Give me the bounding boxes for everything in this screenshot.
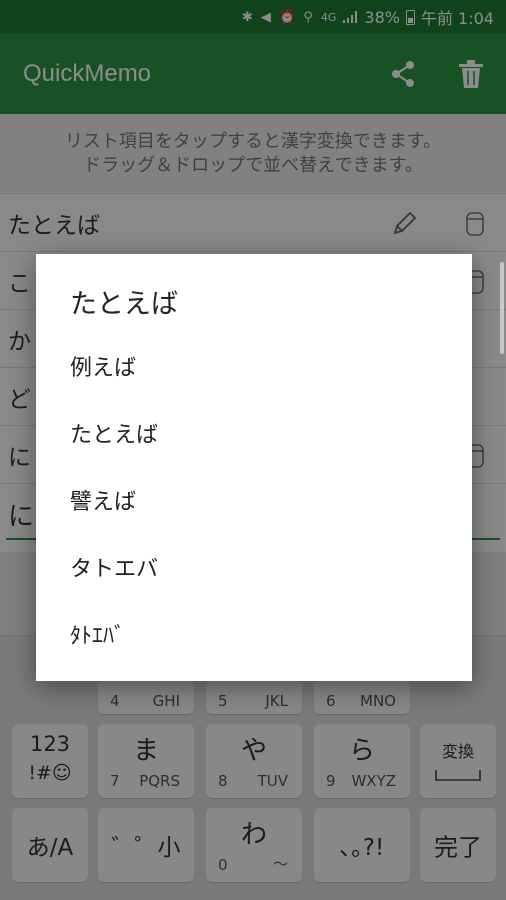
dialog-title: たとえば: [70, 289, 178, 320]
conversion-option[interactable]: たとえば: [36, 402, 472, 464]
conversion-dialog: たとえば 例えば たとえば 譬えば タトエバ ﾀﾄｴﾊﾞ: [36, 254, 472, 681]
conversion-option[interactable]: タトエバ: [36, 536, 472, 598]
conversion-option[interactable]: 譬えば: [36, 469, 472, 531]
conversion-option[interactable]: ﾀﾄｴﾊﾞ: [36, 603, 472, 665]
conversion-option[interactable]: 例えば: [36, 335, 472, 397]
scrollbar[interactable]: [500, 262, 504, 354]
